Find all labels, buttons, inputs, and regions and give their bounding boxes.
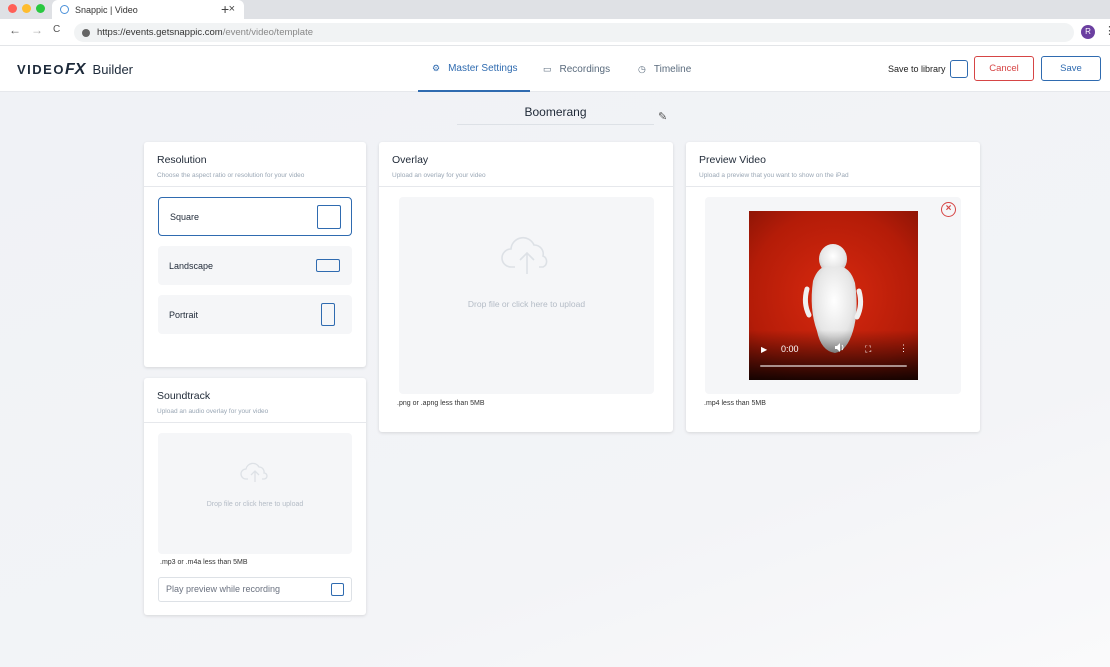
save-to-library-checkbox[interactable] bbox=[950, 60, 968, 78]
logo-fx: FX bbox=[64, 61, 86, 78]
browser-tab-bar: Snappic | Video × + bbox=[0, 0, 1110, 19]
preview-video-card-header: Preview Video Upload a preview that you … bbox=[686, 142, 980, 187]
video-controls-bar bbox=[749, 330, 918, 380]
address-bar: ← → C https://events.getsnappic.com/even… bbox=[0, 19, 1110, 46]
upload-cloud-icon bbox=[158, 461, 352, 488]
profile-avatar[interactable]: R bbox=[1081, 25, 1095, 39]
overlay-drop-text: Drop file or click here to upload bbox=[467, 299, 586, 309]
template-name-input[interactable]: Boomerang bbox=[457, 105, 654, 125]
overlay-card: Overlay Upload an overlay for your video… bbox=[379, 142, 673, 432]
videofx-logo: VIDEOFX Builder bbox=[17, 61, 133, 79]
resolution-option-label: Landscape bbox=[169, 260, 214, 271]
browser-tab[interactable]: Snappic | Video × bbox=[52, 0, 244, 19]
overlay-dropzone[interactable]: Drop file or click here to upload bbox=[399, 197, 654, 394]
back-icon[interactable]: ← bbox=[9, 23, 21, 37]
landscape-shape-icon bbox=[316, 259, 340, 272]
fullscreen-icon[interactable]: ⛶ bbox=[865, 344, 871, 355]
minimize-window-button[interactable] bbox=[22, 4, 31, 13]
resolution-option-landscape[interactable]: Landscape bbox=[158, 246, 352, 285]
edit-pencil-icon[interactable]: ✎ bbox=[658, 110, 667, 123]
preview-video-player[interactable]: ▶ 0:00 ⛶ ⋮ bbox=[749, 211, 918, 380]
tab-close-icon[interactable]: × bbox=[229, 3, 235, 15]
logo-suffix: Builder bbox=[92, 62, 134, 77]
site-info-icon[interactable] bbox=[82, 28, 90, 37]
preview-video-title: Preview Video bbox=[699, 154, 766, 166]
new-tab-button[interactable]: + bbox=[221, 1, 229, 17]
forward-icon[interactable]: → bbox=[31, 23, 43, 37]
tab-title: Snappic | Video bbox=[75, 4, 138, 15]
tab-recordings-label: Recordings bbox=[559, 63, 611, 75]
soundtrack-subtitle: Upload an audio overlay for your video bbox=[157, 408, 269, 415]
overlay-card-header: Overlay Upload an overlay for your video bbox=[379, 142, 673, 187]
resolution-subtitle: Choose the aspect ratio or resolution fo… bbox=[157, 172, 305, 179]
resolution-option-square[interactable]: Square bbox=[158, 197, 352, 236]
soundtrack-card-header: Soundtrack Upload an audio overlay for y… bbox=[144, 378, 366, 423]
video-progress-bar[interactable] bbox=[760, 365, 907, 367]
browser-menu-icon[interactable]: ⋮ bbox=[1104, 24, 1110, 37]
preview-video-card: Preview Video Upload a preview that you … bbox=[686, 142, 980, 432]
tab-master-settings[interactable]: ⚙ Master Settings bbox=[418, 46, 530, 92]
resolution-title: Resolution bbox=[157, 154, 207, 166]
app-header: VIDEOFX Builder ⚙ Master Settings ▭ Reco… bbox=[0, 46, 1110, 92]
url-input[interactable]: https://events.getsnappic.com/event/vide… bbox=[74, 23, 1074, 42]
overlay-subtitle: Upload an overlay for your video bbox=[392, 172, 486, 179]
tab-master-settings-label: Master Settings bbox=[448, 62, 518, 74]
resolution-option-portrait[interactable]: Portrait bbox=[158, 295, 352, 334]
soundtrack-drop-text: Drop file or click here to upload bbox=[206, 501, 304, 508]
url-path: /event/video/template bbox=[222, 27, 313, 38]
soundtrack-file-note: .mp3 or .m4a less than 5MB bbox=[160, 559, 248, 566]
tab-timeline[interactable]: ◷ Timeline bbox=[638, 46, 691, 92]
close-window-button[interactable] bbox=[8, 4, 17, 13]
preview-video-file-note: .mp4 less than 5MB bbox=[704, 400, 766, 407]
play-icon[interactable]: ▶ bbox=[761, 345, 767, 354]
gear-icon: ⚙ bbox=[432, 62, 441, 73]
video-more-icon[interactable]: ⋮ bbox=[899, 343, 908, 354]
soundtrack-card: Soundtrack Upload an audio overlay for y… bbox=[144, 378, 366, 615]
video-time: 0:00 bbox=[781, 344, 799, 354]
maximize-window-button[interactable] bbox=[36, 4, 45, 13]
resolution-option-label: Square bbox=[170, 211, 200, 222]
save-to-library-label: Save to library bbox=[888, 64, 946, 74]
soundtrack-title: Soundtrack bbox=[157, 390, 211, 402]
play-preview-label: Play preview while recording bbox=[166, 584, 281, 594]
save-button[interactable]: Save bbox=[1041, 56, 1101, 81]
play-preview-checkbox[interactable] bbox=[331, 583, 344, 596]
soundtrack-dropzone[interactable]: Drop file or click here to upload bbox=[158, 433, 352, 554]
clock-icon: ◷ bbox=[638, 63, 646, 74]
tab-recordings[interactable]: ▭ Recordings bbox=[543, 46, 610, 92]
logo-prefix: VIDEO bbox=[17, 62, 65, 77]
portrait-shape-icon bbox=[321, 303, 335, 326]
reload-icon[interactable]: C bbox=[53, 24, 60, 35]
volume-icon[interactable] bbox=[835, 343, 845, 354]
preview-video-subtitle: Upload a preview that you want to show o… bbox=[699, 172, 849, 179]
main-content: Boomerang ✎ Resolution Choose the aspect… bbox=[0, 92, 1110, 667]
overlay-title: Overlay bbox=[392, 154, 429, 166]
upload-cloud-icon bbox=[399, 235, 654, 280]
overlay-file-note: .png or .apng less than 5MB bbox=[397, 400, 485, 407]
remove-video-icon[interactable]: × bbox=[941, 202, 956, 217]
tab-favicon-icon bbox=[60, 5, 69, 14]
camera-icon: ▭ bbox=[543, 63, 552, 74]
square-shape-icon bbox=[317, 205, 341, 229]
play-preview-toggle[interactable]: Play preview while recording bbox=[158, 577, 352, 602]
url-host: https://events.getsnappic.com bbox=[97, 27, 223, 38]
resolution-card-header: Resolution Choose the aspect ratio or re… bbox=[144, 142, 366, 187]
tab-timeline-label: Timeline bbox=[653, 63, 692, 75]
resolution-card: Resolution Choose the aspect ratio or re… bbox=[144, 142, 366, 367]
resolution-option-label: Portrait bbox=[169, 309, 199, 320]
cancel-button[interactable]: Cancel bbox=[974, 56, 1034, 81]
